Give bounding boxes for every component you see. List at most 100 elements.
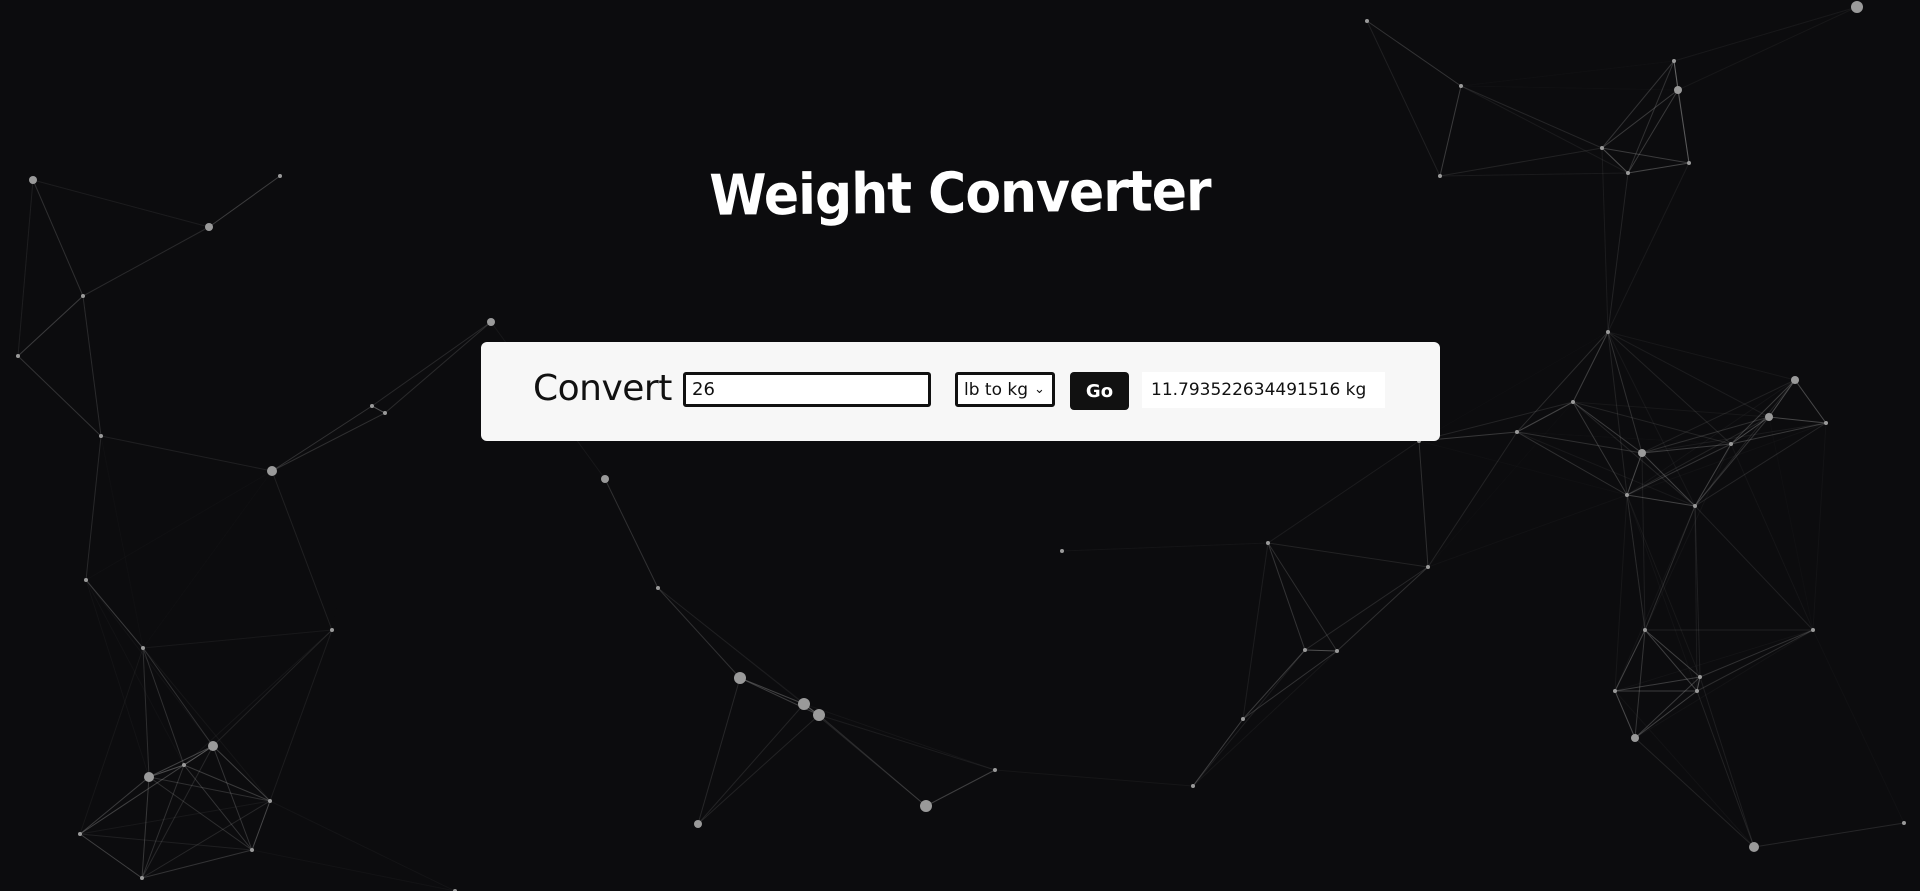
network-link [183,629,333,766]
network-link [995,551,1062,770]
network-node [993,768,997,772]
network-link [818,714,996,771]
network-link [1730,443,1814,631]
network-link [1607,331,1643,454]
network-node [1749,842,1759,852]
network-node [81,294,85,298]
network-node [734,672,746,684]
network-node [1459,84,1463,88]
weight-value-input[interactable] [683,372,931,407]
network-link [1626,416,1770,496]
network-node [1791,376,1799,384]
network-link [141,849,253,879]
network-link [1614,690,1755,848]
network-link [1614,494,1628,692]
network-node [920,800,932,812]
network-link [183,764,271,802]
network-link [1461,61,1674,86]
network-link [1428,402,1573,567]
network-link [82,295,102,437]
network-node [1600,146,1604,150]
network-link [1601,89,1679,149]
network-link [994,769,1194,787]
network-link [1812,422,1827,631]
network-link [1242,650,1338,720]
network-node [1695,689,1699,693]
network-link [1677,89,1690,164]
network-link [697,714,820,825]
network-link [740,678,926,806]
network-link [1061,542,1269,552]
network-link [1699,676,1755,848]
network-node [78,832,82,836]
network-link [1794,379,1827,424]
network-node [1674,86,1682,94]
network-link [1572,401,1643,454]
network-link [86,471,272,580]
network-link [697,677,741,825]
network-link [1607,331,1696,507]
network-link [271,405,373,472]
go-button[interactable]: Go [1070,372,1129,410]
network-link [271,412,386,472]
network-node [1303,648,1307,652]
network-link [142,629,333,649]
network-link [79,647,144,835]
network-node [694,820,702,828]
network-link [1242,649,1306,720]
network-node [144,772,154,782]
network-link [142,647,150,778]
conversion-select[interactable]: lb to kg ⌄ [955,372,1055,407]
network-link [925,769,996,807]
network-link [371,321,492,407]
network-link [251,849,456,891]
network-node [1672,59,1676,63]
network-link [1242,542,1269,720]
network-link [1769,417,1813,630]
network-node [1765,413,1773,421]
network-link [79,833,253,851]
network-link [212,745,253,851]
network-node [1643,628,1647,632]
conversion-select-value: lb to kg [964,379,1029,400]
result-output: 11.793522634491516 kg [1142,372,1385,408]
network-link [148,764,185,778]
network-link [269,629,333,802]
network-link [212,629,333,747]
network-link [1428,567,1645,630]
network-node [1335,649,1339,653]
network-link [251,800,271,851]
network-link [1267,542,1429,568]
network-node [1365,19,1369,23]
network-link [1418,440,1429,568]
network-link [269,800,456,891]
network-link [698,806,926,824]
network-link [1304,649,1338,652]
network-link [1337,441,1419,651]
network-link [1730,379,1796,445]
network-link [79,764,185,835]
network-link [332,406,372,630]
network-node [383,411,387,415]
network-node [487,318,495,326]
network-link [1754,630,1813,847]
network-node [141,646,145,650]
network-link [1753,822,1905,848]
network-link [1694,505,1814,631]
network-link [1516,401,1574,433]
network-link [1427,494,1628,568]
network-node [84,578,88,582]
network-link [85,435,102,581]
network-link [384,321,492,414]
network-link [183,745,214,766]
network-link [803,703,996,771]
network-node [250,848,254,852]
network-link [1192,718,1244,787]
network-link [85,579,214,747]
network-link [1192,650,1338,787]
network-link [1461,86,1678,90]
network-node [1698,675,1702,679]
network-link [271,470,333,631]
network-link [1644,443,1732,631]
network-link [1768,416,1827,424]
